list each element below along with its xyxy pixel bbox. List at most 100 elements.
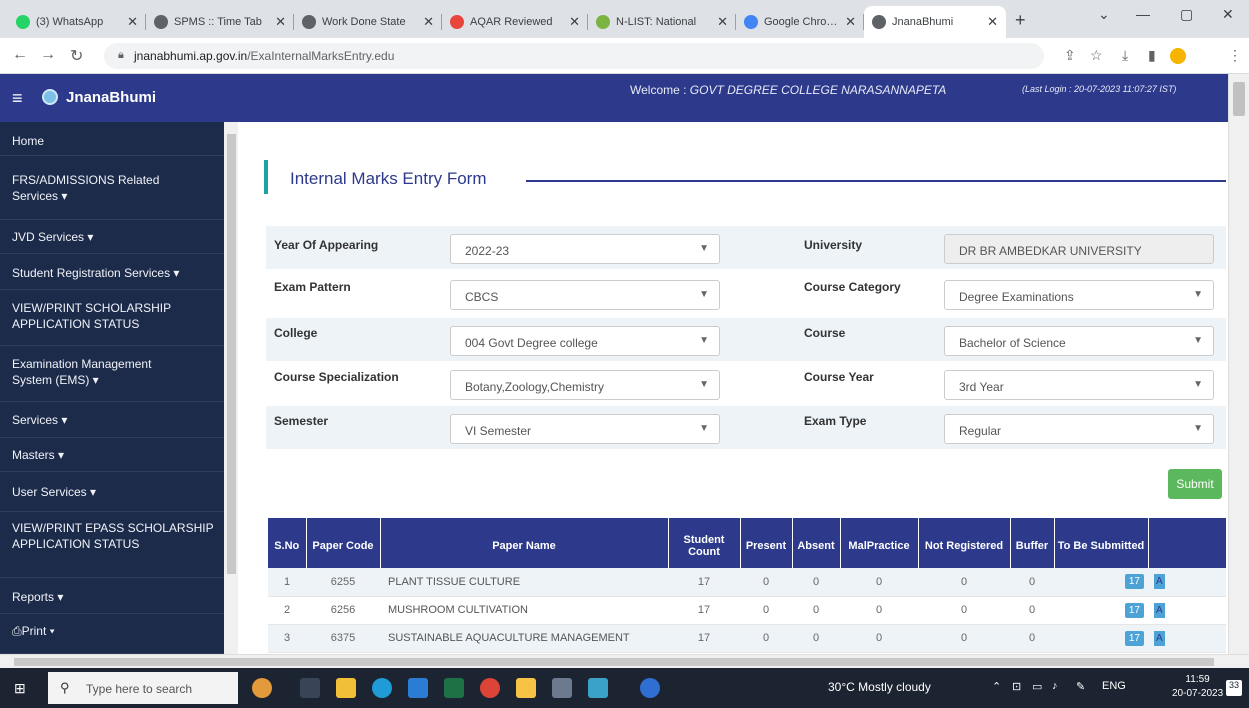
windows-start-icon[interactable]: ⊞ [14,680,26,697]
title-divider [526,180,1226,182]
year-select[interactable]: 2022-23 ▼ [450,234,720,264]
close-icon[interactable]: ✕ [275,14,286,30]
chrome-icon[interactable] [480,678,500,698]
semester-select[interactable]: VI Semester ▼ [450,414,720,444]
tray-chevron-icon[interactable]: ⌃ [992,680,1001,693]
close-icon[interactable]: ✕ [569,14,580,30]
url-text: jnanabhumi.ap.gov.in/ExaInternalMarksEnt… [134,49,395,63]
sidebar-item-ems[interactable]: Examination Management System (EMS) ▾ [0,346,224,402]
college-select[interactable]: 004 Govt Degree college ▼ [450,326,720,356]
sidebar-item-services[interactable]: Services ▾ [0,402,224,438]
sidebar-item-reports[interactable]: Reports ▾ [0,578,224,614]
spec-select[interactable]: Botany,Zoology,Chemistry ▼ [450,370,720,400]
edge-icon[interactable] [372,678,392,698]
back-icon[interactable]: ← [12,46,28,64]
download-icon[interactable]: ⤓ [1122,47,1128,64]
sidebar-item-user-services[interactable]: User Services ▾ [0,472,224,512]
browser-tab[interactable]: Google Chrome ✕ [736,6,864,38]
store-icon[interactable] [336,678,356,698]
file-explorer-icon[interactable] [516,678,536,698]
browser-tab-active[interactable]: JnanaBhumi ✕ [864,6,1006,38]
chevron-down-icon: ▼ [1193,289,1203,300]
sidebar-item-print[interactable]: ⎙Print ▾ [0,614,224,654]
action-button[interactable]: A [1154,602,1165,618]
browser-tab[interactable]: Work Done State ✕ [294,6,442,38]
sidepanel-icon[interactable]: ▮ [1148,47,1156,64]
language-indicator[interactable]: ENG [1102,680,1126,692]
window-close-icon[interactable]: ✕ [1222,6,1234,23]
action-button[interactable]: A [1154,574,1165,590]
category-select[interactable]: Degree Examinations ▼ [944,280,1214,310]
close-icon[interactable]: ✕ [423,14,434,30]
sidebar-item-student-registration[interactable]: Student Registration Services ▾ [0,254,224,290]
university-field[interactable]: DR BR AMBEDKAR UNIVERSITY [944,234,1214,264]
hamburger-menu-icon[interactable]: ≡ [12,88,23,109]
taskbar-search-input[interactable]: ⚲ Type here to search [48,672,238,704]
reload-icon[interactable]: ↻ [70,46,83,66]
browser-tab[interactable]: (3) WhatsApp ✕ [8,6,146,38]
people-icon[interactable] [252,678,272,698]
pen-icon[interactable]: ✎ [1076,680,1085,693]
browser-tabstrip: (3) WhatsApp ✕ SPMS :: Time Tab ✕ Work Don… [0,0,1249,38]
sidebar: Home FRS/ADMISSIONS Related Services ▾ J… [0,122,238,654]
app-icon[interactable] [588,678,608,698]
browser-tab[interactable]: AQAR Reviewed ✕ [442,6,588,38]
examtype-select[interactable]: Regular ▼ [944,414,1214,444]
browser-tab[interactable]: SPMS :: Time Tab ✕ [146,6,294,38]
tab-search-icon[interactable]: ⌄ [1098,6,1110,23]
bookmark-star-icon[interactable]: ☆ [1090,47,1103,64]
mail-icon[interactable] [408,678,428,698]
forward-icon[interactable]: → [40,46,56,64]
print-icon: ⎙ [12,624,22,638]
network-icon[interactable]: ⊡ [1012,680,1021,693]
sidebar-item-masters[interactable]: Masters ▾ [0,438,224,472]
courseyear-select[interactable]: 3rd Year ▼ [944,370,1214,400]
calculator-icon[interactable] [552,678,572,698]
form-row: College 004 Govt Degree college ▼ Course … [266,318,1226,361]
form-row: Course Specialization Botany,Zoology,Che… [266,362,1226,405]
to-be-submitted-link[interactable]: 17 [1124,574,1144,590]
sidebar-item-home[interactable]: Home [0,122,224,156]
horizontal-scrollbar[interactable] [0,654,1249,668]
col-header-paper-name: Paper Name [380,518,669,568]
course-select[interactable]: Bachelor of Science ▼ [944,326,1214,356]
sidebar-item-scholarship-status[interactable]: VIEW/PRINT SCHOLARSHIP APPLICATION STATU… [0,290,224,346]
close-icon[interactable]: ✕ [717,14,728,30]
form-row: Year Of Appearing 2022-23 ▼ University DR… [266,226,1226,269]
submit-button[interactable]: Submit [1168,469,1222,499]
new-tab-icon[interactable]: + [1015,10,1026,31]
browser-tab[interactable]: N-LIST: National ✕ [588,6,736,38]
volume-icon[interactable]: ♪ [1052,680,1058,692]
sidebar-item-frs-admissions[interactable]: FRS/ADMISSIONS Related Services ▾ [0,156,224,220]
profile-icon[interactable] [1170,48,1186,64]
close-icon[interactable]: ✕ [845,14,856,30]
minimize-icon[interactable]: — [1136,6,1150,22]
sidebar-item-jvd[interactable]: JVD Services ▾ [0,220,224,254]
url-input[interactable]: 🔒︎ jnanabhumi.ap.gov.in/ExaInternalMarks… [104,43,1044,69]
nlist-icon [596,15,610,29]
pattern-select[interactable]: CBCS ▼ [450,280,720,310]
to-be-submitted-link[interactable]: 17 [1124,630,1144,646]
menu-kebab-icon[interactable]: ⋮ [1228,47,1242,64]
close-icon[interactable]: ✕ [127,14,138,30]
globe-icon [302,15,316,29]
col-header-present: Present [740,518,793,568]
sidebar-item-epass-status[interactable]: VIEW/PRINT EPASS SCHOLARSHIP APPLICATION… [0,512,224,578]
task-view-icon[interactable] [300,678,320,698]
excel-icon[interactable] [444,678,464,698]
last-login-text: (Last Login : 20-07-2023 11:07:27 IST) [1022,84,1177,94]
close-icon[interactable]: ✕ [987,14,998,30]
to-be-submitted-link[interactable]: 17 [1124,602,1144,618]
weather-widget[interactable]: 30°C Mostly cloudy [828,680,931,694]
maximize-icon[interactable]: ▢ [1180,6,1193,23]
page-scrollbar[interactable] [1228,74,1249,654]
notification-icon[interactable]: 33 [1226,680,1242,696]
share-icon[interactable]: ⇪ [1064,47,1076,64]
action-button[interactable]: A [1154,630,1165,646]
help-icon[interactable] [640,678,660,698]
col-header-to-be-submitted: To Be Submitted [1054,518,1149,568]
semester-label: Semester [274,414,329,428]
battery-icon[interactable]: ▭ [1032,680,1042,693]
college-label: College [274,326,318,340]
taskbar-clock[interactable]: 11:59 20-07-2023 [1172,673,1223,701]
